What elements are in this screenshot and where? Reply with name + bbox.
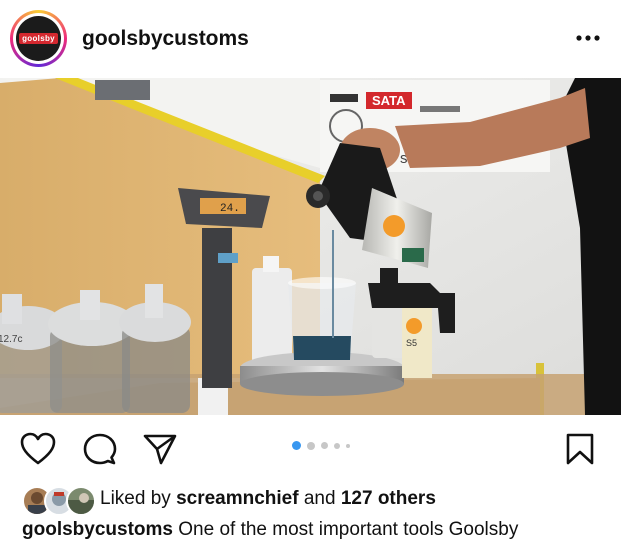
likes-count[interactable]: 127 others xyxy=(341,488,436,509)
cup-label-text: S5 xyxy=(406,338,417,348)
carousel-dot[interactable] xyxy=(334,442,340,449)
carousel-dot[interactable] xyxy=(307,441,315,450)
likes-row: Liked by screamnchief and 127 others xyxy=(0,483,621,517)
carousel-dot[interactable] xyxy=(346,443,350,448)
paper-plane-icon[interactable] xyxy=(142,432,178,466)
more-horizontal-icon[interactable] xyxy=(574,27,602,49)
likes-text: Liked by screamnchief and 127 others xyxy=(100,488,436,510)
avatar-logo: goolsby xyxy=(19,33,58,44)
heart-icon[interactable] xyxy=(20,432,56,466)
likes-prefix: Liked by xyxy=(100,488,171,509)
carousel-dot[interactable] xyxy=(321,442,328,449)
carousel-dot[interactable] xyxy=(292,441,301,450)
post-username[interactable]: goolsbycustoms xyxy=(82,27,249,51)
caption-username[interactable]: goolsbycustoms xyxy=(22,519,173,540)
post-caption: goolsbycustoms One of the most important… xyxy=(22,519,518,541)
profile-avatar[interactable]: goolsby xyxy=(10,10,67,67)
post-header: goolsby goolsbycustoms xyxy=(0,0,621,78)
svg-text:12.7c: 12.7c xyxy=(0,334,22,345)
caption-text: One of the most important tools Goolsby xyxy=(178,519,519,540)
likes-joiner: and xyxy=(303,488,336,509)
bookmark-icon[interactable] xyxy=(562,432,598,466)
brand-sign-text: SATA xyxy=(372,93,406,108)
post-photo[interactable]: SATA sion Hu 12.7c 24. xyxy=(0,78,621,415)
comment-bubble-icon[interactable] xyxy=(82,432,118,466)
liker-avatar[interactable] xyxy=(66,486,96,516)
scale-display-text: 24. xyxy=(220,203,240,215)
liker-username[interactable]: screamnchief xyxy=(176,488,299,509)
